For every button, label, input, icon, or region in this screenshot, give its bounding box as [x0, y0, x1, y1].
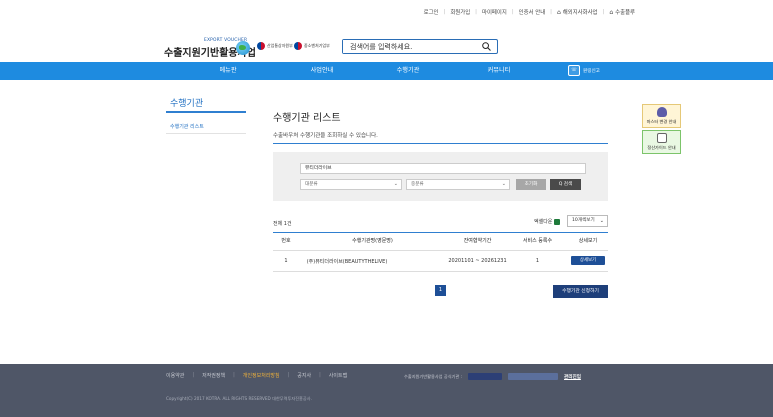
footer: 이용약관 | 저작권정책 | 개인정보처리방침 | 공지사 | 사이트맵 수출지…	[0, 364, 773, 417]
category-major-select[interactable]: 대분류 ⌄	[300, 179, 402, 190]
related-agencies: 수출지원기반활용사업 공식기관 : 관리진입	[404, 373, 581, 380]
divider: |	[233, 372, 235, 378]
report-button[interactable]: ☏ 원링신고	[568, 65, 600, 76]
document-icon	[657, 133, 667, 143]
footer-terms-link[interactable]: 이용약관	[166, 372, 184, 379]
keyword-input[interactable]: 뷰티더라이브	[300, 163, 586, 174]
main-nav: 메뉴판 사업안내 수행기관 커뮤니티 ☏ 원링신고	[0, 62, 773, 80]
ministry-logo-2: 중소벤처기업부	[294, 42, 330, 50]
page-title: 수행기관 리스트	[273, 113, 341, 124]
report-icon: ☏	[568, 65, 580, 76]
home-icon: ⌂	[556, 8, 561, 16]
cert-guide-link[interactable]: 인증서 안내	[519, 8, 546, 16]
per-page-select[interactable]: 10개씩보기 ⌄	[567, 215, 608, 227]
chevron-down-icon: ⌄	[393, 181, 398, 187]
column-header-period: 잔여협약기간	[463, 238, 492, 244]
divider: |	[602, 9, 605, 15]
copyright-text: Copyright(C) 2017 KOTRA. ALL RIGHTS RESE…	[166, 396, 312, 401]
home-icon: ⌂	[609, 8, 614, 16]
search-icon[interactable]	[482, 42, 491, 51]
overseas-link[interactable]: 해외지사화사업	[563, 8, 598, 16]
table-header-line	[273, 232, 608, 233]
footer-privacy-link[interactable]: 개인정보처리방침	[243, 372, 280, 379]
apply-agency-button[interactable]: 수행기관 신청하기	[553, 285, 608, 298]
column-header-detail: 상세보기	[578, 238, 598, 244]
divider: |	[287, 372, 290, 378]
column-header-services: 서비스 등록수	[522, 238, 553, 244]
total-count: 전체 1건	[273, 221, 292, 227]
footer-sitemap-link[interactable]: 사이트맵	[329, 372, 347, 379]
divider	[166, 133, 246, 134]
quick-settlement-guide[interactable]: 정산가이드 안내	[642, 130, 681, 154]
divider: |	[443, 9, 446, 15]
footer-links: 이용약관 | 저작권정책 | 개인정보처리방침 | 공지사 | 사이트맵	[166, 372, 347, 379]
excel-icon	[554, 218, 561, 225]
login-link[interactable]: 로그인	[424, 8, 439, 16]
page-description: 수출바우처 수행기관을 조회하실 수 있습니다.	[273, 133, 378, 139]
divider: |	[511, 9, 514, 15]
export-voucher-link[interactable]: 수출플루	[615, 8, 635, 16]
search-input[interactable]	[343, 40, 478, 53]
nav-business-info[interactable]: 사업안내	[282, 62, 362, 80]
column-header-no: 번호	[281, 238, 291, 244]
column-header-name: 수행기관명(영문명)	[352, 238, 393, 244]
sidebar-item-agency-list[interactable]: 수행기관 리스트	[170, 123, 204, 130]
divider	[273, 143, 608, 144]
reset-button[interactable]: 초기화	[516, 179, 546, 190]
divider: |	[550, 9, 552, 15]
footer-notice-link[interactable]: 공지사	[297, 372, 311, 379]
nav-agencies[interactable]: 수행기관	[368, 62, 448, 80]
divider	[166, 111, 246, 113]
emblem-icon	[257, 42, 265, 50]
sidebar-title: 수행기관	[170, 99, 204, 109]
join-link[interactable]: 회원가입	[450, 8, 470, 16]
filter-panel: 뷰티더라이브 대분류 ⌄ 중분류 ⌄ 초기화 Q 검색	[273, 152, 608, 201]
category-mid-select[interactable]: 중분류 ⌄	[406, 179, 510, 190]
divider: |	[319, 372, 321, 378]
cell-name: (주)뷰티더라이브(BEAUTYTHELIVE)	[306, 259, 388, 265]
globe-icon	[236, 41, 250, 55]
chevron-down-icon: ⌄	[501, 181, 506, 187]
divider	[273, 271, 608, 272]
chevron-down-icon: ⌄	[599, 218, 604, 224]
cell-services: 1	[535, 258, 540, 264]
agency-logo[interactable]	[508, 373, 559, 380]
detail-button[interactable]: 상세보기	[571, 256, 605, 265]
divider	[273, 250, 608, 251]
divider: |	[192, 372, 195, 378]
nav-menu[interactable]: 메뉴판	[188, 62, 268, 80]
agency-logo[interactable]	[468, 373, 503, 380]
quick-master-change[interactable]: 마스터 변경 안내	[642, 104, 681, 128]
search-button[interactable]: Q 검색	[550, 179, 581, 190]
excel-download-button[interactable]: 엑셀다운	[534, 218, 561, 225]
mypage-link[interactable]: 마이페이지	[482, 8, 507, 16]
footer-copyright-policy-link[interactable]: 저작권정책	[202, 372, 225, 379]
emblem-icon	[294, 42, 302, 50]
search-box	[342, 39, 498, 54]
cell-period: 20201101 ~ 20261231	[448, 258, 507, 264]
page-button-current[interactable]: 1	[435, 285, 446, 296]
person-icon	[657, 107, 667, 117]
ministry-logo-1: 산업통상자원부	[257, 42, 293, 50]
divider: |	[475, 9, 477, 15]
admin-link[interactable]: 관리진입	[564, 374, 581, 380]
utility-nav: 로그인 | 회원가입 | 마이페이지 | 인증서 안내 | ⌂ 해외지사화사업 …	[424, 8, 635, 17]
nav-community[interactable]: 커뮤니티	[459, 62, 539, 80]
